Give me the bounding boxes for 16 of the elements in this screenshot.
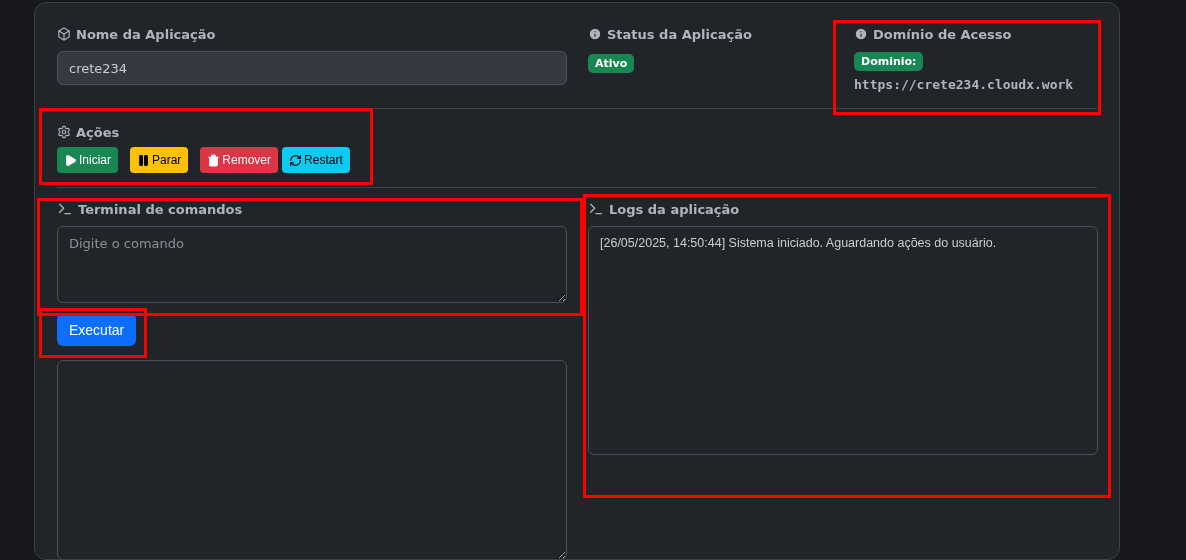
field-label: Status da Aplicação bbox=[607, 26, 752, 42]
command-field[interactable]: Digite o comando bbox=[57, 226, 567, 303]
section-label: Ações bbox=[76, 124, 120, 140]
action-button[interactable]: Restart bbox=[282, 147, 350, 173]
section-label: Logs da aplicação bbox=[609, 201, 740, 217]
field-label: Domínio de Acesso bbox=[873, 26, 1012, 42]
log-line: [26/05/2025, 14:50:44] Sistema iniciado. Aguardando ações do usuário. bbox=[600, 236, 998, 250]
section-label: Terminal de comandos bbox=[78, 201, 243, 217]
domain-url: https://crete234.cloudx.work bbox=[854, 77, 1075, 92]
action-button[interactable]: Remover bbox=[200, 147, 279, 173]
action-button[interactable]: Parar bbox=[130, 147, 189, 173]
domain-badge: Dominio: bbox=[854, 52, 924, 71]
action-button[interactable]: Iniciar bbox=[57, 147, 118, 173]
app-name-field[interactable]: crete234 bbox=[57, 51, 567, 85]
status-badge: Ativo bbox=[588, 54, 635, 73]
field-label: Nome da Aplicação bbox=[76, 26, 216, 42]
